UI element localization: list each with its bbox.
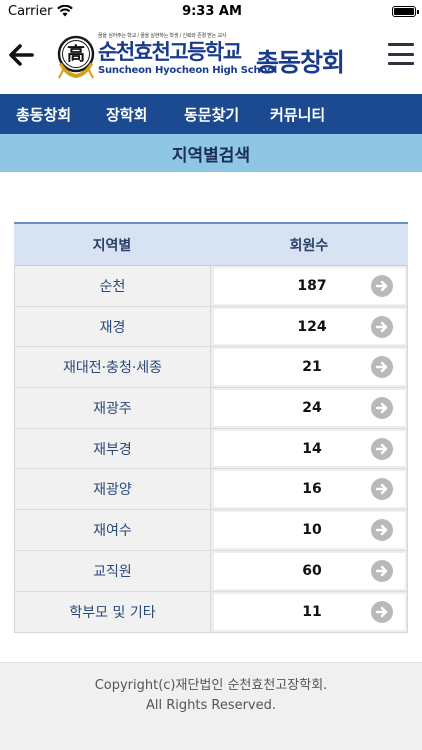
count-cell: 124 bbox=[214, 308, 405, 345]
count-cell: 60 bbox=[214, 552, 405, 589]
arrow-right-circle-icon[interactable] bbox=[371, 396, 393, 419]
arrow-right-circle-icon[interactable] bbox=[371, 518, 393, 541]
status-left: Carrier bbox=[8, 4, 148, 19]
arrow-right-circle-icon[interactable] bbox=[371, 478, 393, 501]
region-name: 교직원 bbox=[15, 550, 211, 591]
school-slogan: 꿈을 심어주는 학교 / 꿈을 실현하는 학생 / 신뢰와 존경 받는 교사 bbox=[98, 33, 227, 39]
section-title: 지역별검색 bbox=[0, 134, 422, 172]
arrow-right-circle-icon[interactable] bbox=[371, 437, 393, 460]
count-cell: 16 bbox=[214, 471, 405, 508]
region-name: 재경 bbox=[15, 306, 211, 347]
nav-item-community[interactable]: 커뮤니티 bbox=[254, 94, 344, 134]
table-row[interactable]: 재광주 24 bbox=[15, 388, 407, 429]
school-emblem: 高 bbox=[54, 34, 98, 82]
wifi-icon bbox=[57, 5, 74, 17]
region-name: 순천 bbox=[15, 266, 211, 306]
header-title: 총동창회 bbox=[256, 48, 345, 77]
table-row[interactable]: 재부경 14 bbox=[15, 428, 407, 470]
table-row[interactable]: 재대전·충청·세종 21 bbox=[15, 347, 407, 389]
back-button[interactable] bbox=[6, 40, 36, 70]
nav-item-find-alumni[interactable]: 동문찾기 bbox=[170, 94, 254, 134]
table-row[interactable]: 순천 187 bbox=[15, 266, 407, 307]
footer-copyright: Copyright(c)재단법인 순천효천고장학회. bbox=[94, 678, 328, 693]
table-row[interactable]: 학부모 및 기타 11 bbox=[15, 591, 407, 633]
school-name-en: Suncheon Hyocheon High School bbox=[98, 65, 277, 76]
school-name: 순천효천고등학교 bbox=[98, 40, 242, 64]
status-time: 9:33 AM bbox=[182, 3, 242, 19]
count-cell: 14 bbox=[214, 430, 405, 467]
status-bar: Carrier 9:33 AM bbox=[0, 0, 422, 22]
table-row[interactable]: 재여수 10 bbox=[15, 510, 407, 551]
footer-rights: All Rights Reserved. bbox=[145, 698, 277, 713]
region-name: 재광주 bbox=[15, 388, 211, 428]
arrow-right-circle-icon[interactable] bbox=[371, 559, 393, 582]
table-row[interactable]: 재경 124 bbox=[15, 306, 407, 348]
status-right bbox=[276, 5, 419, 17]
menu-button[interactable] bbox=[388, 41, 414, 67]
nav-item-scholarship[interactable]: 장학회 bbox=[90, 94, 170, 134]
region-name: 재대전·충청·세종 bbox=[15, 347, 211, 388]
footer: Copyright(c)재단법인 순천효천고장학회. All Rights Re… bbox=[0, 662, 422, 750]
count-cell: 21 bbox=[214, 349, 405, 386]
arrow-right-circle-icon[interactable] bbox=[371, 600, 393, 623]
region-name: 재여수 bbox=[15, 510, 211, 550]
region-table: 지역별 회원수 순천 187 재경 124 재대전·충청·세종 21 재광주 2… bbox=[14, 222, 408, 634]
arrow-left-icon bbox=[9, 44, 34, 66]
emblem-character: 高 bbox=[67, 44, 85, 65]
main-nav: 총동창회 장학회 동문찾기 커뮤니티 bbox=[0, 94, 422, 134]
region-name: 재부경 bbox=[15, 428, 211, 469]
battery-icon bbox=[391, 5, 419, 17]
region-name: 재광양 bbox=[15, 469, 211, 510]
carrier-label: Carrier bbox=[8, 3, 53, 19]
arrow-right-circle-icon[interactable] bbox=[371, 315, 393, 338]
count-cell: 11 bbox=[214, 593, 405, 631]
region-name: 학부모 및 기타 bbox=[15, 591, 211, 633]
hamburger-menu-icon bbox=[388, 43, 414, 46]
school-logo[interactable]: 꿈을 심어주는 학교 / 꿈을 실현하는 학생 / 신뢰와 존경 받는 교사 순… bbox=[98, 32, 277, 77]
app-header: 高 꿈을 심어주는 학교 / 꿈을 실현하는 학생 / 신뢰와 존경 받는 교사… bbox=[0, 22, 422, 94]
count-cell: 10 bbox=[214, 512, 405, 548]
arrow-right-circle-icon[interactable] bbox=[371, 356, 393, 379]
column-header-region: 지역별 bbox=[92, 237, 132, 254]
count-cell: 24 bbox=[214, 390, 405, 426]
arrow-right-circle-icon[interactable] bbox=[371, 274, 393, 297]
nav-item-alumni[interactable]: 총동창회 bbox=[0, 94, 90, 134]
column-header-count: 회원수 bbox=[289, 237, 329, 254]
count-cell: 187 bbox=[214, 268, 405, 304]
table-row[interactable]: 교직원 60 bbox=[15, 550, 407, 592]
table-body: 순천 187 재경 124 재대전·충청·세종 21 재광주 24 재부경 14… bbox=[14, 266, 408, 634]
table-row[interactable]: 재광양 16 bbox=[15, 469, 407, 511]
table-header: 지역별 회원수 bbox=[14, 224, 408, 266]
